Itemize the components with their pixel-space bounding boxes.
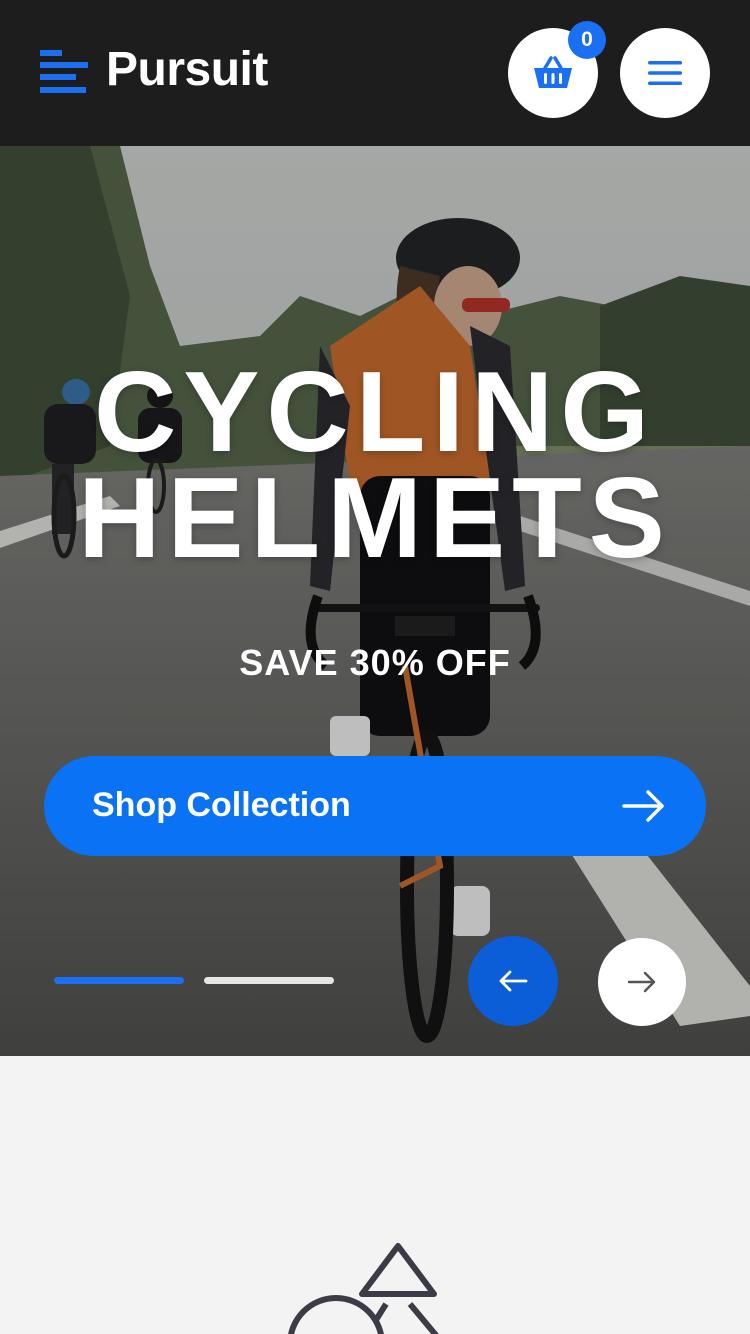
hero-title-line1: CYCLING <box>94 349 656 476</box>
shapes-icon <box>288 1243 439 1334</box>
menu-button[interactable] <box>620 28 710 118</box>
slide-indicator-2[interactable] <box>204 977 334 984</box>
brand-name: Pursuit <box>106 43 268 96</box>
shop-collection-label: Shop Collection <box>92 786 351 824</box>
arrow-right-icon <box>627 971 656 993</box>
shop-collection-button[interactable]: Shop Collection <box>44 756 706 856</box>
hero-title: CYCLING HELMETS <box>0 349 750 582</box>
logo-bars-icon <box>40 50 88 96</box>
slide-indicator-1[interactable] <box>54 977 184 984</box>
arrow-left-icon <box>499 970 528 992</box>
hero-slider: CYCLING HELMETS SAVE 30% OFF Shop Collec… <box>0 146 750 1056</box>
basket-icon <box>534 56 572 88</box>
hamburger-icon <box>648 61 682 85</box>
cart-count-badge: 0 <box>568 21 606 59</box>
next-slide-button[interactable] <box>598 938 686 1026</box>
hero-title-line2: HELMETS <box>78 455 672 582</box>
arrow-right-icon <box>622 790 664 822</box>
previous-slide-button[interactable] <box>468 936 558 1026</box>
brand-logo[interactable]: Pursuit <box>40 43 350 102</box>
hero-background-image <box>0 146 750 1056</box>
slide-indicators <box>54 977 344 987</box>
features-section <box>0 1056 750 1334</box>
hero-subtitle: SAVE 30% OFF <box>239 642 511 683</box>
site-header: Pursuit 0 <box>0 0 750 146</box>
